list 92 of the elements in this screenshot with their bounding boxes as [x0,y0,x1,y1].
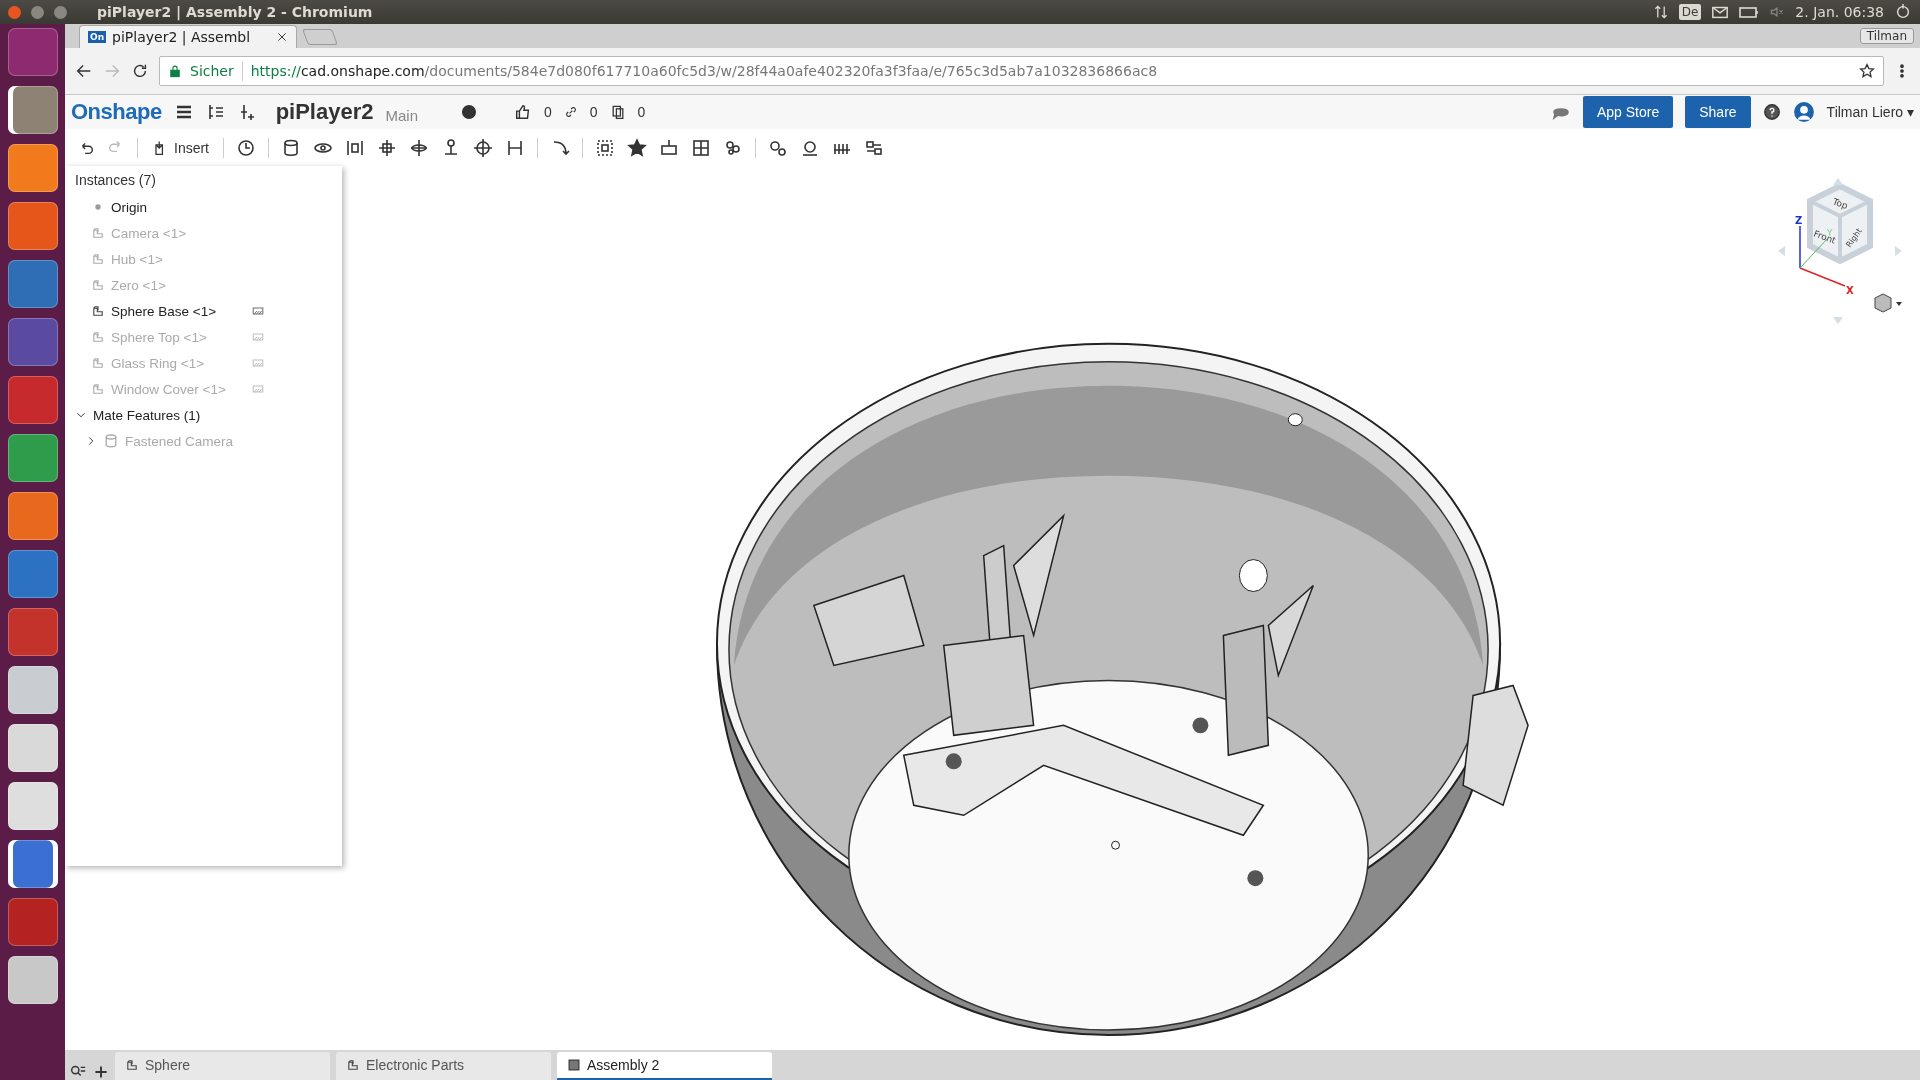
copy-count: 0 [637,104,646,120]
launcher-app-icon[interactable] [7,86,58,134]
star-icon[interactable] [627,137,647,158]
share-button[interactable]: Share [1685,96,1751,128]
cylinder-icon[interactable] [281,137,301,158]
clock-icon[interactable] [236,137,256,158]
mate-label: Fastened Camera [125,433,235,449]
launcher-app-icon[interactable] [7,144,58,192]
document-tab-label: Assembly 2 [587,1057,660,1073]
bookmark-star-icon[interactable] [1859,63,1875,79]
launcher-app-icon[interactable] [7,956,58,1004]
close-icon[interactable] [276,31,288,43]
part-icon [91,304,105,318]
part-icon [91,226,105,240]
render-mode-cube-icon[interactable] [1874,293,1902,313]
instance-label: Sphere Base <1> [111,303,218,319]
move-icon[interactable] [377,137,397,158]
axis-triad-drawing [1799,225,1846,287]
reload-icon[interactable] [131,62,149,80]
onshape-favicon-icon: On [88,31,107,43]
link-count: 0 [589,104,598,120]
cylinder-mate-icon [103,433,119,449]
part-icon [125,1058,139,1072]
table-icon[interactable] [659,137,679,158]
document-title[interactable]: piPlayer2 [275,99,374,125]
url-text: https://cad.onshape.com/documents/584e7d080f617710a60fc5d3/w/28f44a0afe402320fa3f3faa/e/765c3d5ab7a1032836866ac8 [250,63,1158,79]
instance-row[interactable]: Origin [75,194,342,220]
instance-label: Sphere Top <1> [111,329,208,345]
launcher-app-icon[interactable] [7,666,58,714]
axis-label: X [1846,285,1854,296]
part-icon [91,330,105,344]
browser-tab[interactable]: On piPlayer2 | Assembl [79,25,297,48]
hatched-appearance-icon[interactable] [252,305,264,317]
view-cube-label: Top [1831,196,1849,212]
grid-icon[interactable] [691,137,711,158]
launcher-app-icon[interactable] [7,840,58,888]
user-menu[interactable]: Tilman Liero ▾ [1826,104,1914,120]
part-icon [346,1058,360,1072]
link-icon[interactable] [563,105,578,119]
close-window-button[interactable] [8,5,21,19]
instance-label: Zero <1> [111,277,167,293]
speaker-muted-icon[interactable] [1769,4,1786,20]
instance-label: Window Cover <1> [111,381,227,397]
document-tab[interactable]: Assembly 2 [557,1052,772,1080]
minimize-window-button[interactable] [31,5,44,19]
like-count: 0 [544,104,552,120]
window-title: piPlayer2 | Assembly 2 - Chromium [97,4,374,20]
view-cube-drawing[interactable] [1778,178,1902,324]
launcher-app-icon[interactable] [7,492,58,540]
keyboard-layout-indicator[interactable]: De [1678,4,1702,20]
branch-label[interactable]: Main [385,106,418,124]
document-tab[interactable]: Electronic Parts [336,1052,551,1080]
part-icon [91,252,105,266]
browser-tab-title: piPlayer2 | Assembl [112,29,252,45]
part-icon [91,382,105,396]
part-icon [91,356,105,370]
document-tab-label: Sphere [145,1057,191,1073]
thumbs-up-icon[interactable] [514,103,532,121]
instance-label: Origin [111,199,148,215]
user-avatar-icon[interactable] [1792,101,1815,123]
back-icon[interactable] [75,62,93,80]
mate-features-row[interactable]: Mate Features (1) [75,402,342,428]
insert-button[interactable]: Insert [150,137,211,158]
axis-label: Z [1795,215,1803,226]
security-label: Sicher [190,63,234,79]
instance-row[interactable]: Sphere Base <1> [75,298,342,324]
app-store-button[interactable]: App Store [1582,96,1674,128]
onshape-logo[interactable]: Onshape [71,99,162,125]
instances-title: Instances (7) [75,172,157,188]
profile-button[interactable]: Tilman [1859,28,1914,44]
launcher-app-icon[interactable] [7,434,58,482]
frame-icon[interactable] [595,137,615,158]
mate-features-title: Mate Features (1) [93,407,202,423]
part-icon [91,278,105,292]
clock[interactable]: 2. Jan. 06:38 [1795,4,1884,20]
plus-icon[interactable] [93,1064,109,1080]
instance-label: Hub <1> [111,251,164,267]
document-tab-label: Electronic Parts [366,1057,465,1073]
assembly-icon [567,1058,581,1072]
lock-icon [168,64,182,78]
network-arrows-icon[interactable] [1652,4,1669,20]
crosshair-icon[interactable] [473,137,493,158]
launcher-app-icon[interactable] [7,724,58,772]
maximize-window-button[interactable] [54,5,67,19]
instance-label: Camera <1> [111,225,188,241]
orbit-icon[interactable] [409,137,429,158]
address-bar[interactable]: Sicher https://cad.onshape.com/documents/584e7d080f617710a60fc5d3/w/28f44a0afe402320fa3f3faa/e/765c3d5ab7a1032836866ac8 [159,56,1884,86]
document-tab[interactable]: Sphere [115,1052,330,1080]
instance-label: Glass Ring <1> [111,355,206,371]
launcher-app-icon[interactable] [7,782,58,830]
help-icon[interactable] [1762,103,1781,121]
power-gear-icon[interactable] [1894,3,1912,21]
